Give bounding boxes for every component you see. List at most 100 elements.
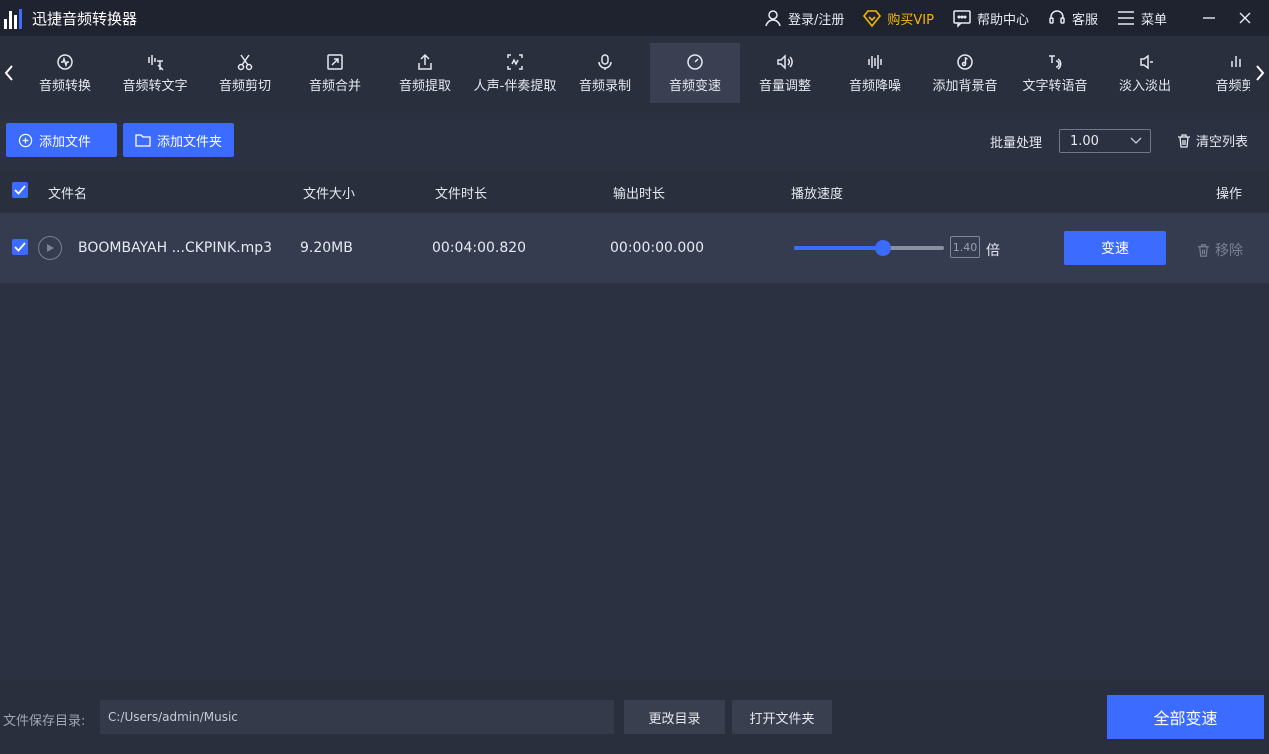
tabs-scroll-right-button[interactable]: [1251, 43, 1269, 103]
add-folder-button[interactable]: 添加文件夹: [123, 123, 234, 157]
column-header-output-duration: 输出时长: [613, 187, 666, 202]
save-directory-label: 文件保存目录:: [3, 714, 86, 729]
scissors-icon: [237, 54, 253, 70]
file-size: 9.20MB: [300, 240, 353, 256]
chevron-left-icon: [4, 65, 13, 81]
text-to-speech-icon: [1049, 54, 1062, 70]
speed-value-input[interactable]: 1.40: [950, 236, 980, 258]
service-label: 客服: [1071, 12, 1098, 28]
service-button[interactable]: 客服: [1047, 8, 1098, 28]
chevron-right-icon: [1256, 65, 1265, 81]
output-duration: 00:00:00.000: [610, 240, 705, 256]
trash-icon: [1178, 133, 1190, 148]
denoise-icon: [868, 54, 882, 69]
tab-label: 音频录制: [578, 78, 631, 94]
tab-convert[interactable]: 音频转换: [20, 43, 110, 103]
speech-to-text-icon: [148, 54, 164, 71]
help-center-button[interactable]: 帮助中心: [952, 8, 1029, 28]
batch-speed-select[interactable]: 1.00: [1059, 129, 1151, 153]
speed-slider-handle[interactable]: [874, 240, 891, 256]
add-file-button[interactable]: 添加文件: [6, 123, 117, 157]
minimize-button[interactable]: [1191, 0, 1227, 36]
select-all-checkbox[interactable]: [12, 182, 28, 198]
tab-label: 音频合并: [308, 78, 361, 94]
menu-button[interactable]: 菜单: [1116, 8, 1167, 28]
fade-icon: [1140, 54, 1153, 69]
save-directory-input[interactable]: [100, 700, 614, 734]
chevron-down-icon: [1130, 137, 1142, 144]
column-header-duration: 文件时长: [435, 187, 488, 202]
check-icon: [14, 242, 26, 252]
tab-label: 音频剪: [1215, 78, 1250, 94]
tab-label: 音频提取: [398, 78, 451, 94]
convert-all-button[interactable]: 全部变速: [1107, 695, 1264, 739]
tab-fade[interactable]: 淡入淡出: [1100, 43, 1190, 103]
check-icon: [14, 185, 26, 195]
speed-icon: [687, 53, 703, 70]
tab-scissors[interactable]: 音频剪切: [200, 43, 290, 103]
speed-slider[interactable]: [794, 240, 944, 256]
close-button[interactable]: [1227, 0, 1263, 36]
tab-label: 音量调整: [758, 78, 811, 94]
vocal-icon: [507, 53, 523, 70]
app-title: 迅捷音频转换器: [32, 9, 138, 28]
menu-label: 菜单: [1140, 12, 1167, 28]
extract-icon: [418, 53, 432, 70]
tab-mic[interactable]: 音频录制: [560, 43, 650, 103]
tab-volume[interactable]: 音量调整: [740, 43, 830, 103]
tab-merge[interactable]: 音频合并: [290, 43, 380, 103]
diamond-icon: [863, 10, 882, 28]
speed-slider-fill: [794, 246, 883, 250]
column-header-size: 文件大小: [303, 187, 356, 202]
tab-speed[interactable]: 音频变速: [650, 43, 740, 103]
title-bar: 迅捷音频转换器 登录/注册 购买VIP 帮助中心 客服 菜单: [0, 0, 1269, 36]
tab-label: 文字转语音: [1022, 78, 1088, 94]
tab-speech-to-text[interactable]: 音频转文字: [110, 43, 200, 103]
clear-list-button[interactable]: 清空列表: [1176, 131, 1248, 150]
main-panel: 添加文件 添加文件夹 批量处理 1.00 清空列表 文件名 文件大小 文件时长 …: [0, 113, 1269, 680]
user-icon: [765, 10, 781, 27]
buy-vip-button[interactable]: 购买VIP: [862, 8, 934, 28]
batch-label: 批量处理: [990, 136, 1043, 151]
tab-denoise[interactable]: 音频降噪: [830, 43, 920, 103]
app-logo-icon: [4, 7, 26, 29]
bars-icon: [1231, 55, 1241, 67]
plus-circle-icon: [18, 133, 33, 147]
change-directory-button[interactable]: 更改目录: [624, 700, 725, 734]
open-folder-button[interactable]: 打开文件夹: [732, 700, 832, 734]
tab-text-to-speech[interactable]: 文字转语音: [1010, 43, 1100, 103]
table-header: 文件名 文件大小 文件时长 输出时长 播放速度 操作: [0, 170, 1269, 212]
tab-label: 人声-伴奏提取: [473, 78, 557, 94]
row-checkbox[interactable]: [12, 239, 28, 255]
tab-music-disc[interactable]: 添加背景音: [920, 43, 1010, 103]
batch-speed-value: 1.00: [1070, 133, 1099, 149]
tab-bars[interactable]: 音频剪: [1190, 43, 1250, 103]
remove-button[interactable]: 移除: [1196, 240, 1243, 260]
convert-icon: [57, 53, 73, 70]
merge-icon: [327, 53, 343, 70]
file-duration: 00:04:00.820: [432, 240, 527, 256]
play-icon: [47, 244, 54, 252]
minimize-icon: [1203, 17, 1215, 19]
music-disc-icon: [957, 53, 973, 70]
play-button[interactable]: [38, 236, 62, 260]
add-file-label: 添加文件: [39, 134, 92, 150]
tab-label: 音频剪切: [218, 78, 271, 94]
column-header-speed: 播放速度: [791, 187, 844, 202]
change-speed-button[interactable]: 变速: [1064, 231, 1166, 265]
column-header-name: 文件名: [48, 187, 88, 202]
footer-bar: 文件保存目录: 更改目录 打开文件夹 全部变速: [0, 690, 1269, 754]
tab-vocal[interactable]: 人声-伴奏提取: [470, 43, 560, 103]
tab-label: 音频变速: [668, 78, 721, 94]
folder-icon: [135, 134, 151, 147]
add-folder-label: 添加文件夹: [157, 134, 223, 150]
help-label: 帮助中心: [976, 12, 1029, 28]
tabs-scroll-left-button[interactable]: [0, 43, 18, 103]
headset-icon: [1049, 10, 1065, 24]
tab-extract[interactable]: 音频提取: [380, 43, 470, 103]
close-icon: [1239, 12, 1251, 24]
table-row: BOOMBAYAH ...CKPINK.mp3 9.20MB 00:04:00.…: [0, 213, 1269, 283]
login-button[interactable]: 登录/注册: [763, 8, 844, 28]
trash-icon: [1197, 243, 1210, 257]
clear-list-label: 清空列表: [1196, 135, 1249, 150]
